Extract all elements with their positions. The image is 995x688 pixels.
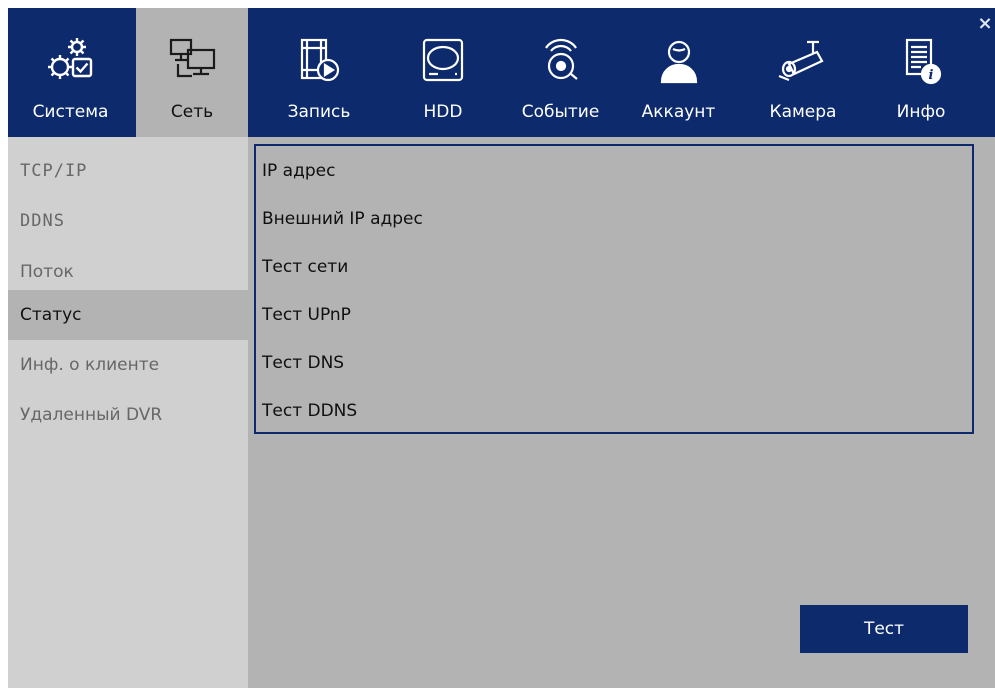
tab-event[interactable]: Событие xyxy=(508,8,613,137)
network-computers-icon xyxy=(169,38,216,78)
tab-record-label: Запись xyxy=(287,102,351,122)
system-gears-icon xyxy=(47,38,92,79)
tab-info-label: Инфо xyxy=(896,102,946,122)
status-row-network-test: Тест сети xyxy=(262,257,349,277)
network-settings-window: Система Сеть Запись HDD Событие Аккаунт … xyxy=(8,8,995,688)
status-row-ddns-test: Тест DDNS xyxy=(262,401,358,421)
tab-camera[interactable]: Камера xyxy=(744,8,862,137)
tab-system[interactable]: Система xyxy=(8,8,133,137)
hdd-icon xyxy=(422,38,464,82)
status-row-ip-address: IP адрес xyxy=(262,161,336,181)
sidebar-item-tcp-ip[interactable]: TCP/IP xyxy=(8,146,248,196)
close-icon[interactable]: × xyxy=(977,15,993,34)
tab-camera-label: Камера xyxy=(769,102,837,122)
sidebar-item-client-info[interactable]: Инф. о клиенте xyxy=(8,340,248,390)
account-user-icon xyxy=(660,40,697,84)
tab-record[interactable]: Запись xyxy=(264,8,374,137)
sidebar-menu: TCP/IP DDNS Поток Статус Инф. о клиенте … xyxy=(8,137,248,688)
info-document-icon: i xyxy=(905,38,942,85)
tab-hdd-label: HDD xyxy=(423,102,463,122)
status-row-upnp-test: Тест UPnP xyxy=(262,305,351,325)
top-navigation-bar: Система Сеть Запись HDD Событие Аккаунт … xyxy=(8,8,995,137)
sidebar-item-remote-dvr[interactable]: Удаленный DVR xyxy=(8,390,248,440)
tab-account-label: Аккаунт xyxy=(641,102,716,122)
sidebar-item-status[interactable]: Статус xyxy=(8,290,248,340)
record-film-icon xyxy=(300,38,340,82)
status-row-external-ip: Внешний IP адрес xyxy=(262,209,423,229)
tab-hdd[interactable]: HDD xyxy=(393,8,493,137)
tab-account[interactable]: Аккаунт xyxy=(626,8,731,137)
tab-network-label: Сеть xyxy=(170,102,214,122)
svg-text:i: i xyxy=(929,68,934,83)
tab-info[interactable]: i Инфо xyxy=(871,8,971,137)
camera-icon xyxy=(778,40,824,82)
test-button[interactable]: Тест xyxy=(800,605,968,653)
tab-event-label: Событие xyxy=(521,102,600,122)
status-panel: IP адрес Внешний IP адрес Тест сети Тест… xyxy=(254,144,974,434)
event-alarm-icon xyxy=(544,38,578,80)
tab-network[interactable]: Сеть xyxy=(136,8,248,137)
sidebar-item-ddns[interactable]: DDNS xyxy=(8,196,248,246)
tab-system-label: Система xyxy=(32,102,109,122)
status-row-dns-test: Тест DNS xyxy=(262,353,345,373)
